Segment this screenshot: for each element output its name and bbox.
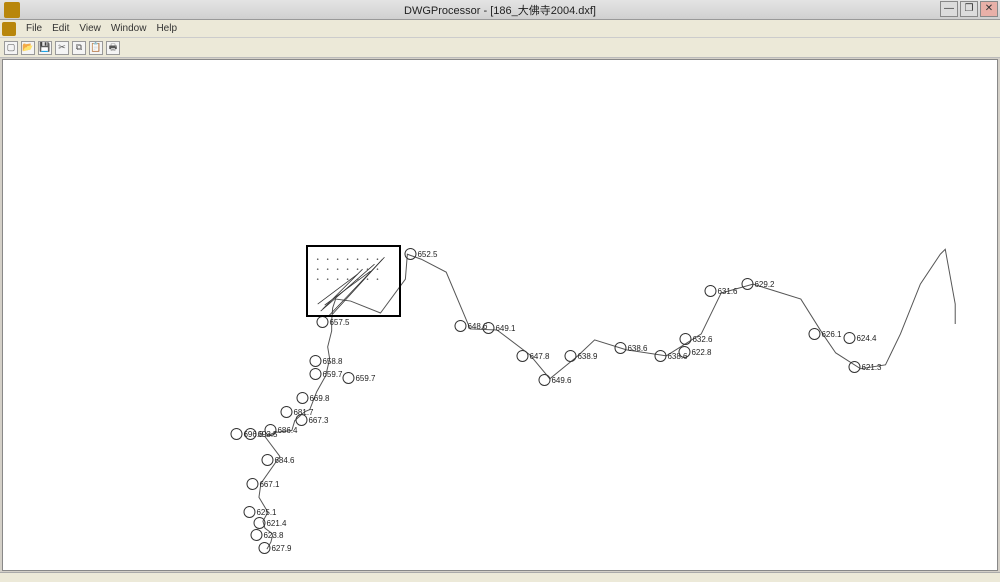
menubar: File Edit View Window Help: [0, 20, 1000, 38]
minimize-button[interactable]: —: [940, 1, 958, 17]
menu-window[interactable]: Window: [107, 21, 151, 36]
plot-svg: [3, 60, 997, 570]
open-icon[interactable]: 📂: [21, 41, 35, 55]
copy-icon[interactable]: ⧉: [72, 41, 86, 55]
menu-edit[interactable]: Edit: [48, 21, 73, 36]
toolbar: ▢ 📂 💾 ✂ ⧉ 📋 🖶: [0, 38, 1000, 58]
statusbar: [0, 572, 1000, 582]
maximize-button[interactable]: ❐: [960, 1, 978, 17]
new-icon[interactable]: ▢: [4, 41, 18, 55]
menu-help[interactable]: Help: [152, 21, 181, 36]
titlebar: DWGProcessor - [186_大佛寺2004.dxf] — ❐ ✕: [0, 0, 1000, 20]
app-icon: [4, 2, 20, 18]
print-icon[interactable]: 🖶: [106, 41, 120, 55]
close-button[interactable]: ✕: [980, 1, 998, 17]
cut-icon[interactable]: ✂: [55, 41, 69, 55]
menu-file[interactable]: File: [22, 21, 46, 36]
drawing-canvas[interactable]: 652.5657.5658.8659.7659.7669.8681.7667.3…: [2, 59, 998, 571]
window-title: DWGProcessor - [186_大佛寺2004.dxf]: [404, 2, 596, 18]
doc-icon: [2, 22, 16, 36]
save-icon[interactable]: 💾: [38, 41, 52, 55]
menu-view[interactable]: View: [75, 21, 105, 36]
selection-rectangle[interactable]: [306, 245, 401, 317]
paste-icon[interactable]: 📋: [89, 41, 103, 55]
